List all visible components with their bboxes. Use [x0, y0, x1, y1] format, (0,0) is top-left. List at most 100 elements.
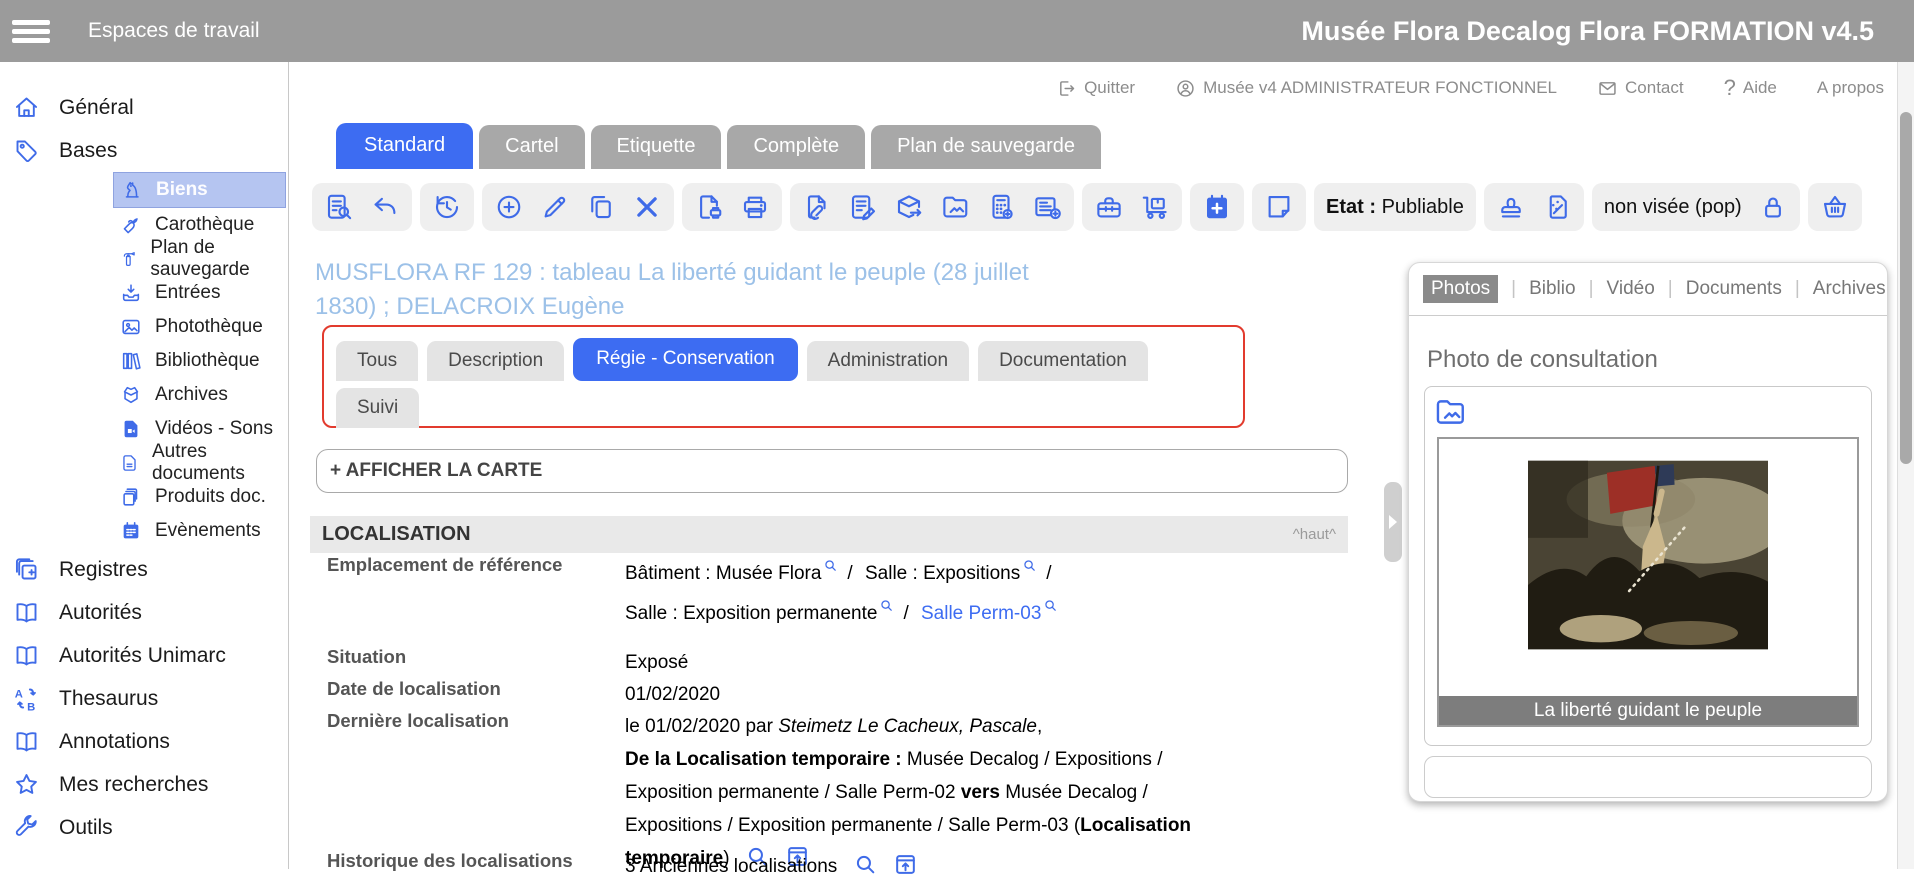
tab-suivi[interactable]: Suivi [336, 388, 419, 428]
sidebar-item-autorites-unimarc[interactable]: Autorités Unimarc [0, 634, 288, 677]
tab-cartel[interactable]: Cartel [479, 125, 584, 169]
valuation-button[interactable] [986, 192, 1016, 222]
tab-description[interactable]: Description [427, 341, 564, 381]
page-scrollbar-thumb[interactable] [1900, 112, 1912, 464]
print-button[interactable] [740, 192, 770, 222]
edit-list-button[interactable] [848, 192, 878, 222]
sidebar-item-biens[interactable]: Biens [113, 172, 286, 208]
note-button[interactable] [1264, 192, 1294, 222]
hamburger-menu-icon[interactable] [12, 16, 50, 47]
media-panel-tabs: Photos | Biblio | Vidéo | Documents | Ar… [1409, 263, 1887, 316]
doc-wand-button[interactable] [1542, 192, 1572, 222]
search-icon[interactable] [1043, 598, 1058, 613]
print-file-button[interactable] [694, 192, 724, 222]
tab-etiquette[interactable]: Etiquette [591, 125, 722, 169]
sidebar-item-plan-sauvegarde[interactable]: Plan de sauvegarde [113, 242, 284, 276]
history-button[interactable] [432, 192, 462, 222]
search-icon[interactable] [823, 558, 838, 573]
tab-regie-conservation[interactable]: Régie - Conservation [573, 338, 797, 381]
list-search-button[interactable] [324, 192, 354, 222]
sidebar-item-label: Autres documents [152, 441, 284, 485]
tab-archives[interactable]: Archives [1813, 278, 1886, 300]
top-anchor-link[interactable]: ^haut^ [1293, 526, 1336, 543]
search-icon[interactable] [1022, 558, 1037, 573]
tab-separator: | [1668, 278, 1673, 300]
open-record-icon[interactable] [893, 852, 918, 877]
tab-tous[interactable]: Tous [336, 341, 418, 381]
edit-button[interactable] [540, 192, 570, 222]
tab-complete[interactable]: Complète [727, 125, 865, 169]
tab-documentation[interactable]: Documentation [978, 341, 1148, 381]
separator: / [1046, 563, 1051, 584]
apropos-link[interactable]: A propos [1817, 78, 1884, 98]
sidebar-item-archives[interactable]: Archives [113, 378, 284, 412]
duplicate-button[interactable] [586, 192, 616, 222]
lock-button[interactable] [1758, 192, 1788, 222]
back-button[interactable] [370, 192, 400, 222]
photo-caption: La liberté guidant le peuple [1439, 696, 1857, 725]
folder-image-icon[interactable] [1433, 395, 1467, 429]
tab-documents[interactable]: Documents [1686, 278, 1782, 300]
sidebar-item-bases[interactable]: Bases [0, 129, 288, 172]
media-folder-button[interactable] [940, 192, 970, 222]
sidebar-item-label: Bases [59, 139, 117, 163]
tab-photos[interactable]: Photos [1423, 275, 1498, 303]
field-label: Historique des localisations [327, 850, 625, 883]
page-scrollbar-track[interactable] [1897, 62, 1914, 869]
sidebar-item-registres[interactable]: Registres [0, 548, 288, 591]
stamp-button[interactable] [1496, 192, 1526, 222]
sidebar-item-autres-documents[interactable]: Autres documents [113, 446, 284, 480]
search-icon[interactable] [879, 598, 894, 613]
salle-perm-03-link[interactable]: Salle Perm-03 [921, 603, 1041, 624]
sidebar-item-produits-doc[interactable]: Produits doc. [113, 480, 284, 514]
derniere-author: Steimetz Le Cacheux, Pascale [778, 716, 1037, 737]
quitter-link[interactable]: Quitter [1056, 78, 1135, 99]
show-map-expander[interactable]: + AFFICHER LA CARTE [316, 449, 1348, 493]
sidebar-item-bibliotheque[interactable]: Bibliothèque [113, 344, 284, 378]
delete-button[interactable] [632, 192, 662, 222]
books-icon [120, 350, 142, 372]
section-tabs-highlight-box: Tous Description Régie - Conservation Ad… [322, 325, 1245, 428]
add-event-button[interactable] [1202, 192, 1232, 222]
restoration-button[interactable] [1094, 192, 1124, 222]
field-emplacement: Emplacement de référence Bâtiment : Musé… [327, 554, 1265, 634]
sidebar-item-outils[interactable]: Outils [0, 806, 288, 849]
field-label: Emplacement de référence [327, 554, 625, 634]
sidebar-item-label: Photothèque [155, 316, 263, 338]
field-label: Date de localisation [327, 678, 625, 711]
search-icon[interactable] [853, 852, 878, 877]
video-file-icon [120, 418, 142, 440]
user-menu[interactable]: Musée v4 ADMINISTRATEUR FONCTIONNEL [1175, 78, 1557, 99]
tab-plan-sauvegarde[interactable]: Plan de sauvegarde [871, 125, 1101, 169]
panel-collapse-handle[interactable] [1384, 482, 1402, 562]
sidebar-item-annotations[interactable]: Annotations [0, 720, 288, 763]
mail-icon [1597, 78, 1618, 99]
sidebar-item-thesaurus[interactable]: Thesaurus [0, 677, 288, 720]
tab-separator: | [1511, 278, 1516, 300]
movement-button[interactable] [1140, 192, 1170, 222]
tab-video[interactable]: Vidéo [1607, 278, 1655, 300]
visa-status: non visée (pop) [1592, 183, 1800, 231]
sidebar-item-autorites[interactable]: Autorités [0, 591, 288, 634]
sidebar-item-label: Autorités Unimarc [59, 644, 226, 668]
sidebar-item-entrees[interactable]: Entrées [113, 276, 284, 310]
tab-administration[interactable]: Administration [807, 341, 969, 381]
contact-link[interactable]: Contact [1597, 78, 1684, 99]
sidebar-item-label: Outils [59, 816, 113, 840]
sidebar-item-mes-recherches[interactable]: Mes recherches [0, 763, 288, 806]
tab-biblio[interactable]: Biblio [1529, 278, 1575, 300]
sidebar-item-phototheque[interactable]: Photothèque [113, 310, 284, 344]
sidebar-item-evenements[interactable]: Evènements [113, 514, 284, 548]
record-title[interactable]: MUSFLORA RF 129 : tableau La liberté gui… [315, 256, 1075, 324]
sidebar-item-general[interactable]: Général [0, 86, 288, 129]
media-panel: Photos | Biblio | Vidéo | Documents | Ar… [1408, 262, 1888, 802]
attach-file-button[interactable] [802, 192, 832, 222]
photo-frame[interactable]: La liberté guidant le peuple [1437, 437, 1859, 727]
workspace-label[interactable]: Espaces de travail [88, 19, 260, 43]
add-button[interactable] [494, 192, 524, 222]
tab-standard[interactable]: Standard [336, 123, 473, 169]
basket-button[interactable] [1820, 192, 1850, 222]
press-add-button[interactable] [1032, 192, 1062, 222]
export-box-button[interactable] [894, 192, 924, 222]
aide-link[interactable]: ?Aide [1724, 75, 1777, 101]
